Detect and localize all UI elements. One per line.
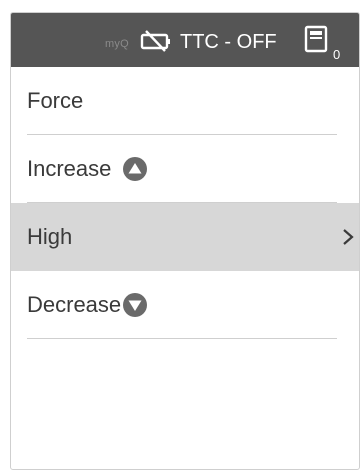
device-icon bbox=[304, 25, 328, 53]
menu-list: Force Increase High Decrease bbox=[11, 67, 359, 339]
menu-item-label: Decrease bbox=[27, 292, 122, 317]
divider bbox=[27, 338, 337, 339]
status-bar: myQ TTC - OFF 0 bbox=[11, 13, 359, 67]
menu-item-force[interactable]: Force bbox=[11, 67, 359, 135]
arrow-up-circle-icon bbox=[123, 157, 148, 181]
device-screen: myQ TTC - OFF 0 Force Increase High Decr… bbox=[10, 12, 360, 470]
menu-item-increase[interactable]: Increase bbox=[11, 135, 359, 203]
menu-item-label: High bbox=[27, 224, 73, 249]
menu-item-label: Force bbox=[27, 88, 84, 113]
battery-crossed-icon bbox=[140, 30, 170, 52]
menu-item-decrease[interactable]: Decrease bbox=[11, 271, 359, 339]
menu-item-high[interactable]: High bbox=[11, 203, 359, 271]
chevron-right-icon bbox=[343, 229, 354, 245]
device-count: 0 bbox=[333, 47, 341, 62]
ttc-status-text: TTC - OFF bbox=[180, 31, 277, 53]
arrow-down-circle-icon bbox=[123, 293, 148, 317]
menu-item-label: Increase bbox=[27, 156, 112, 181]
brand-label: myQ bbox=[105, 38, 129, 50]
